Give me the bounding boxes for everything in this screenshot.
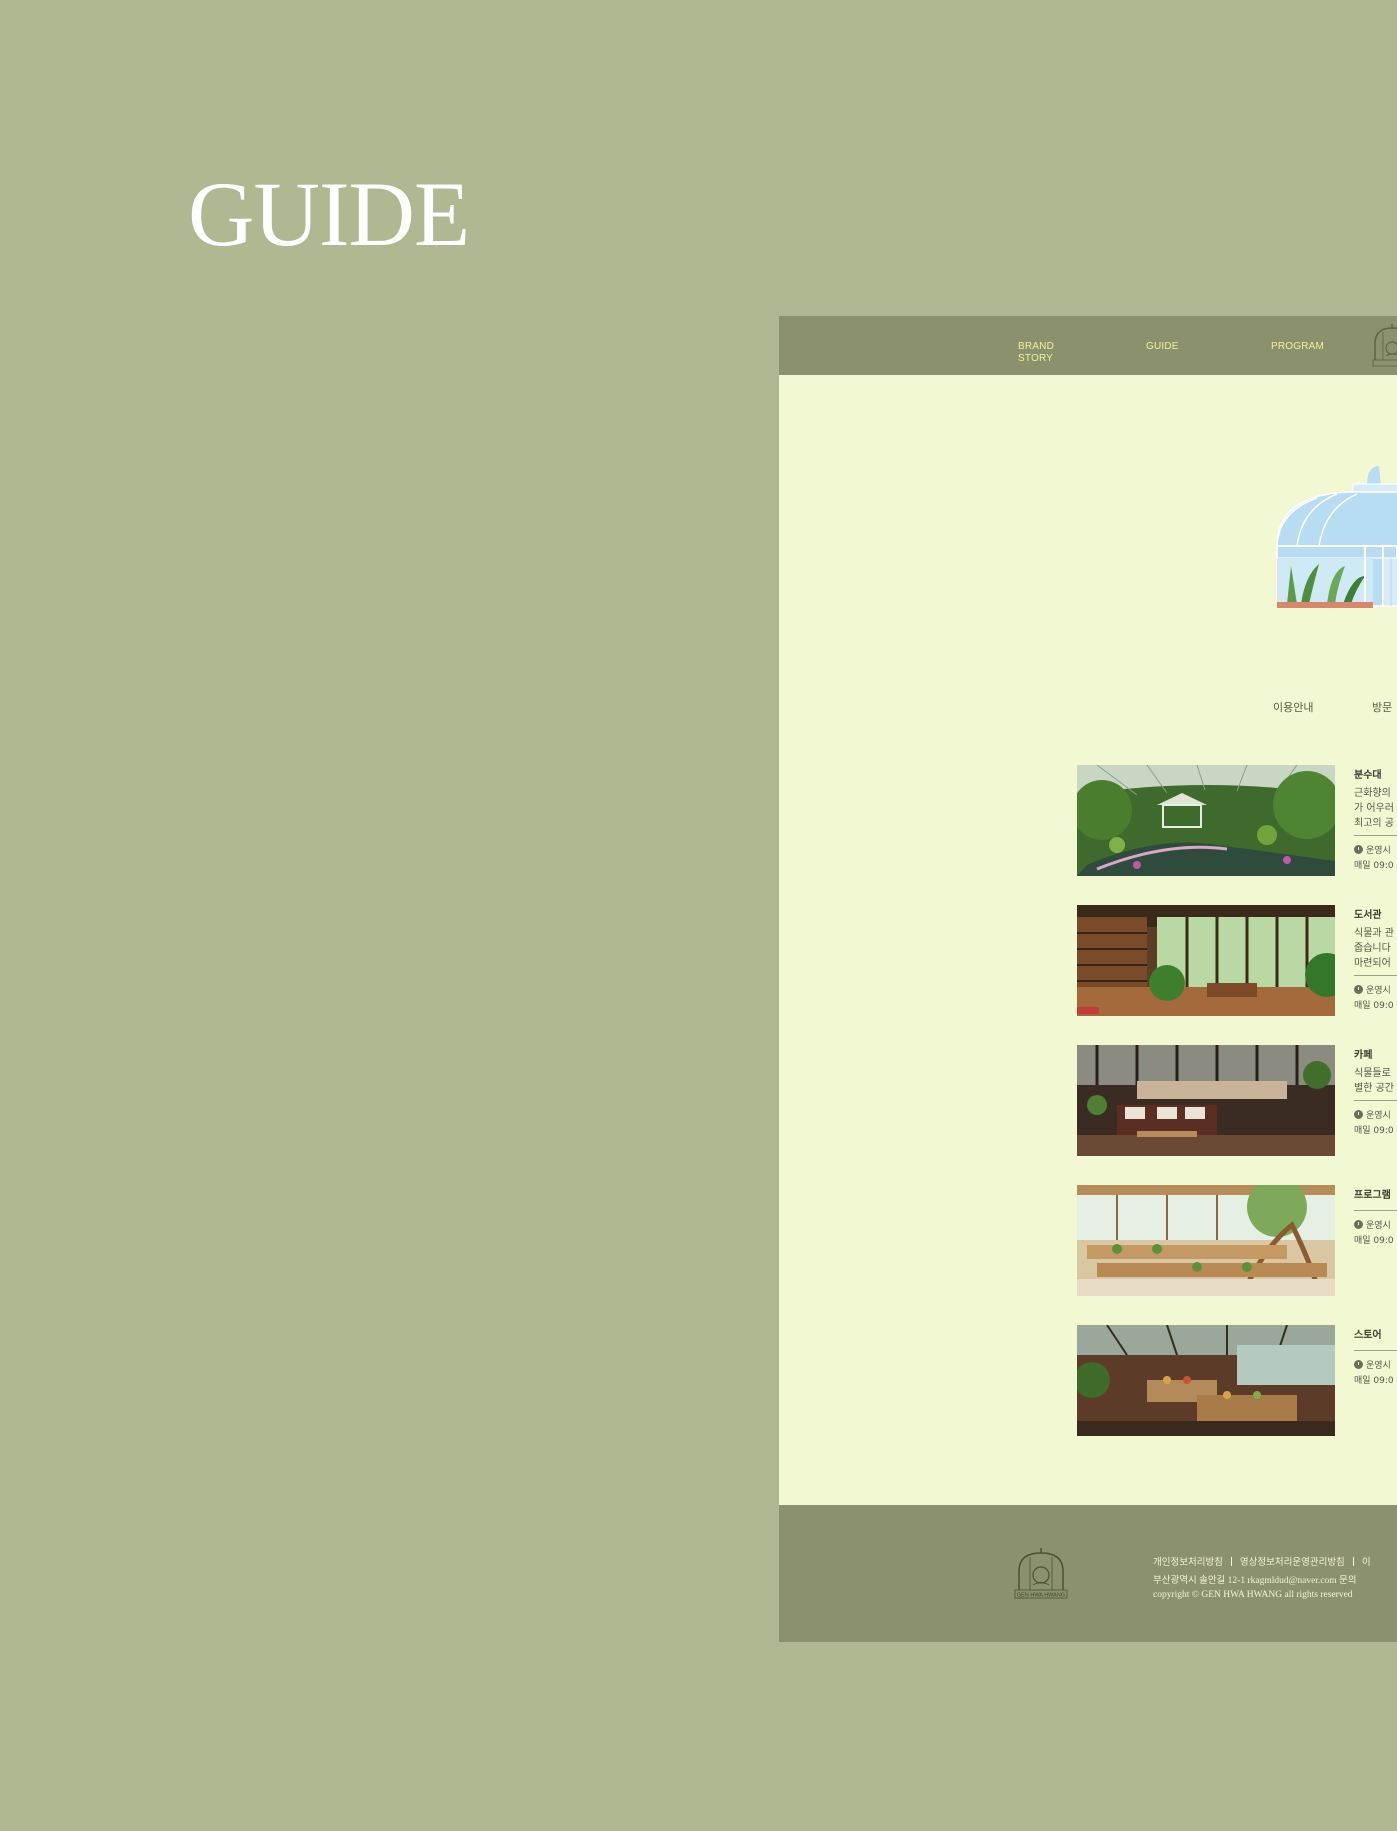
facility-description: 식물과 관 줍습니다 마련되어 [1354,928,1394,969]
nav-program[interactable]: PROGRAM [1271,341,1324,353]
store-photo [1077,1325,1335,1436]
separator [1352,1557,1354,1566]
facility-description: 식물들로 별한 공간 [1354,1068,1394,1094]
divider [1354,1100,1397,1101]
top-nav: BRAND STORY GUIDE PROGRAM [779,316,1397,375]
website-mockup: BRAND STORY GUIDE PROGRAM 이용안내 방문 분수대 근화… [779,316,1397,1642]
clock-icon [1354,985,1363,994]
cctv-policy-link[interactable]: 영상정보처리운영관리방침 [1240,1558,1345,1568]
footer-copyright: copyright © GEN HWA HWANG all rights res… [1153,1590,1353,1600]
page-title: GUIDE [188,163,470,265]
tab-usage-guide[interactable]: 이용안내 [1273,699,1313,715]
hours-value: 매일 09:0 [1354,1126,1394,1136]
hours-value: 매일 09:0 [1354,1001,1394,1011]
facility-title: 도서관 [1354,910,1382,921]
divider [1354,1210,1397,1211]
program-photo [1077,1185,1335,1296]
facility-title: 분수대 [1354,770,1382,781]
hours-label: 운영시 [1354,1358,1391,1371]
hours-label: 운영시 [1354,843,1391,856]
hours-value: 매일 09:0 [1354,1376,1394,1386]
footer-links: 개인정보처리방침 영상정보처리운영관리방침 이 [1153,1554,1371,1568]
facility-title: 카페 [1354,1050,1373,1061]
divider [1354,835,1397,836]
facility-title: 스토어 [1354,1330,1382,1341]
clock-icon [1354,845,1363,854]
tab-visit[interactable]: 방문 [1372,699,1392,715]
library-photo [1077,905,1335,1016]
hours-label: 운영시 [1354,983,1391,996]
brand-logo-icon[interactable] [1369,322,1397,368]
greenhouse-illustration [1276,466,1397,608]
privacy-policy-link[interactable]: 개인정보처리방침 [1153,1558,1223,1568]
hours-label: 운영시 [1354,1218,1391,1231]
clock-icon [1354,1360,1363,1369]
facility-description: 근화향의 가 어우러 최고의 공 [1354,788,1394,829]
clock-icon [1354,1220,1363,1229]
hours-value: 매일 09:0 [1354,1236,1394,1246]
nav-guide[interactable]: GUIDE [1146,341,1179,353]
footer-logo-icon[interactable]: GEN HWA HWANG [1011,1545,1071,1601]
footer: GEN HWA HWANG 개인정보처리방침 영상정보처리운영관리방침 이 부산광역… [779,1505,1397,1642]
cafe-photo [1077,1045,1335,1156]
facility-title: 프로그램 [1354,1190,1391,1201]
footer-address: 부산광역시 솔안길 12-1 rkagmldud@naver.com 문의 [1153,1576,1357,1586]
fountain-photo [1077,765,1335,876]
clock-icon [1354,1110,1363,1119]
separator [1230,1557,1232,1566]
footer-link-3[interactable]: 이 [1362,1558,1371,1568]
hours-value: 매일 09:0 [1354,861,1394,871]
divider [1354,975,1397,976]
divider [1354,1350,1397,1351]
hours-label: 운영시 [1354,1108,1391,1121]
footer-logo-text: GEN HWA HWANG [1017,1593,1065,1599]
nav-brand-story[interactable]: BRAND STORY [1018,341,1058,365]
